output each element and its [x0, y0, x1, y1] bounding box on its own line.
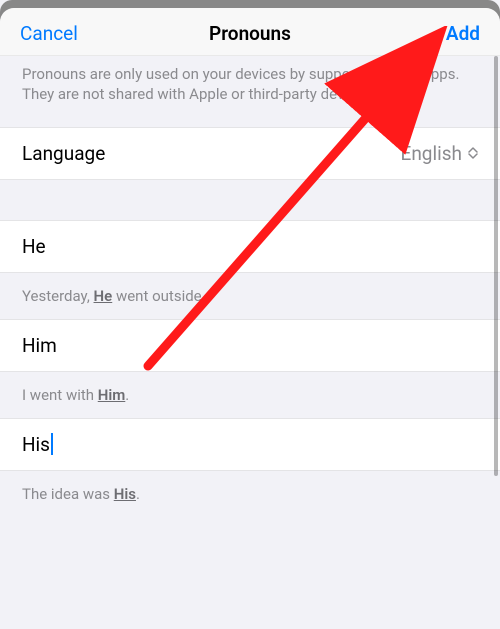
pronoun-value: Him: [22, 334, 57, 357]
section-spacer: [0, 180, 500, 220]
text-cursor: [51, 433, 53, 455]
language-row[interactable]: Language English: [0, 127, 500, 180]
description-text: Pronouns are only used on your devices b…: [0, 56, 500, 127]
language-value: English: [401, 142, 478, 165]
pronoun-input[interactable]: He: [0, 220, 500, 273]
modal-sheet: Cancel Pronouns Add Pronouns are only us…: [0, 8, 500, 629]
modal-header: Cancel Pronouns Add: [0, 8, 500, 56]
pronoun-block: Him I went with Him.: [0, 319, 500, 418]
language-label: Language: [22, 142, 105, 165]
content-scroll[interactable]: Pronouns are only used on your devices b…: [0, 56, 500, 629]
scrollbar[interactable]: [492, 56, 498, 629]
pronoun-value: He: [22, 235, 46, 258]
pronoun-input[interactable]: His: [0, 418, 500, 471]
add-button[interactable]: Add: [446, 22, 480, 45]
pronoun-example: Yesterday, He went outside.: [0, 273, 500, 319]
pronoun-example: I went with Him.: [0, 372, 500, 418]
pronoun-block: He Yesterday, He went outside.: [0, 220, 500, 319]
chevron-up-down-icon: [468, 147, 478, 159]
scrollbar-thumb[interactable]: [494, 56, 498, 476]
cancel-button[interactable]: Cancel: [20, 22, 78, 45]
pronoun-block: His The idea was His.: [0, 418, 500, 517]
pronoun-input[interactable]: Him: [0, 319, 500, 372]
pronoun-example: The idea was His.: [0, 471, 500, 517]
page-title: Pronouns: [173, 22, 326, 45]
pronoun-value: His: [22, 433, 50, 456]
